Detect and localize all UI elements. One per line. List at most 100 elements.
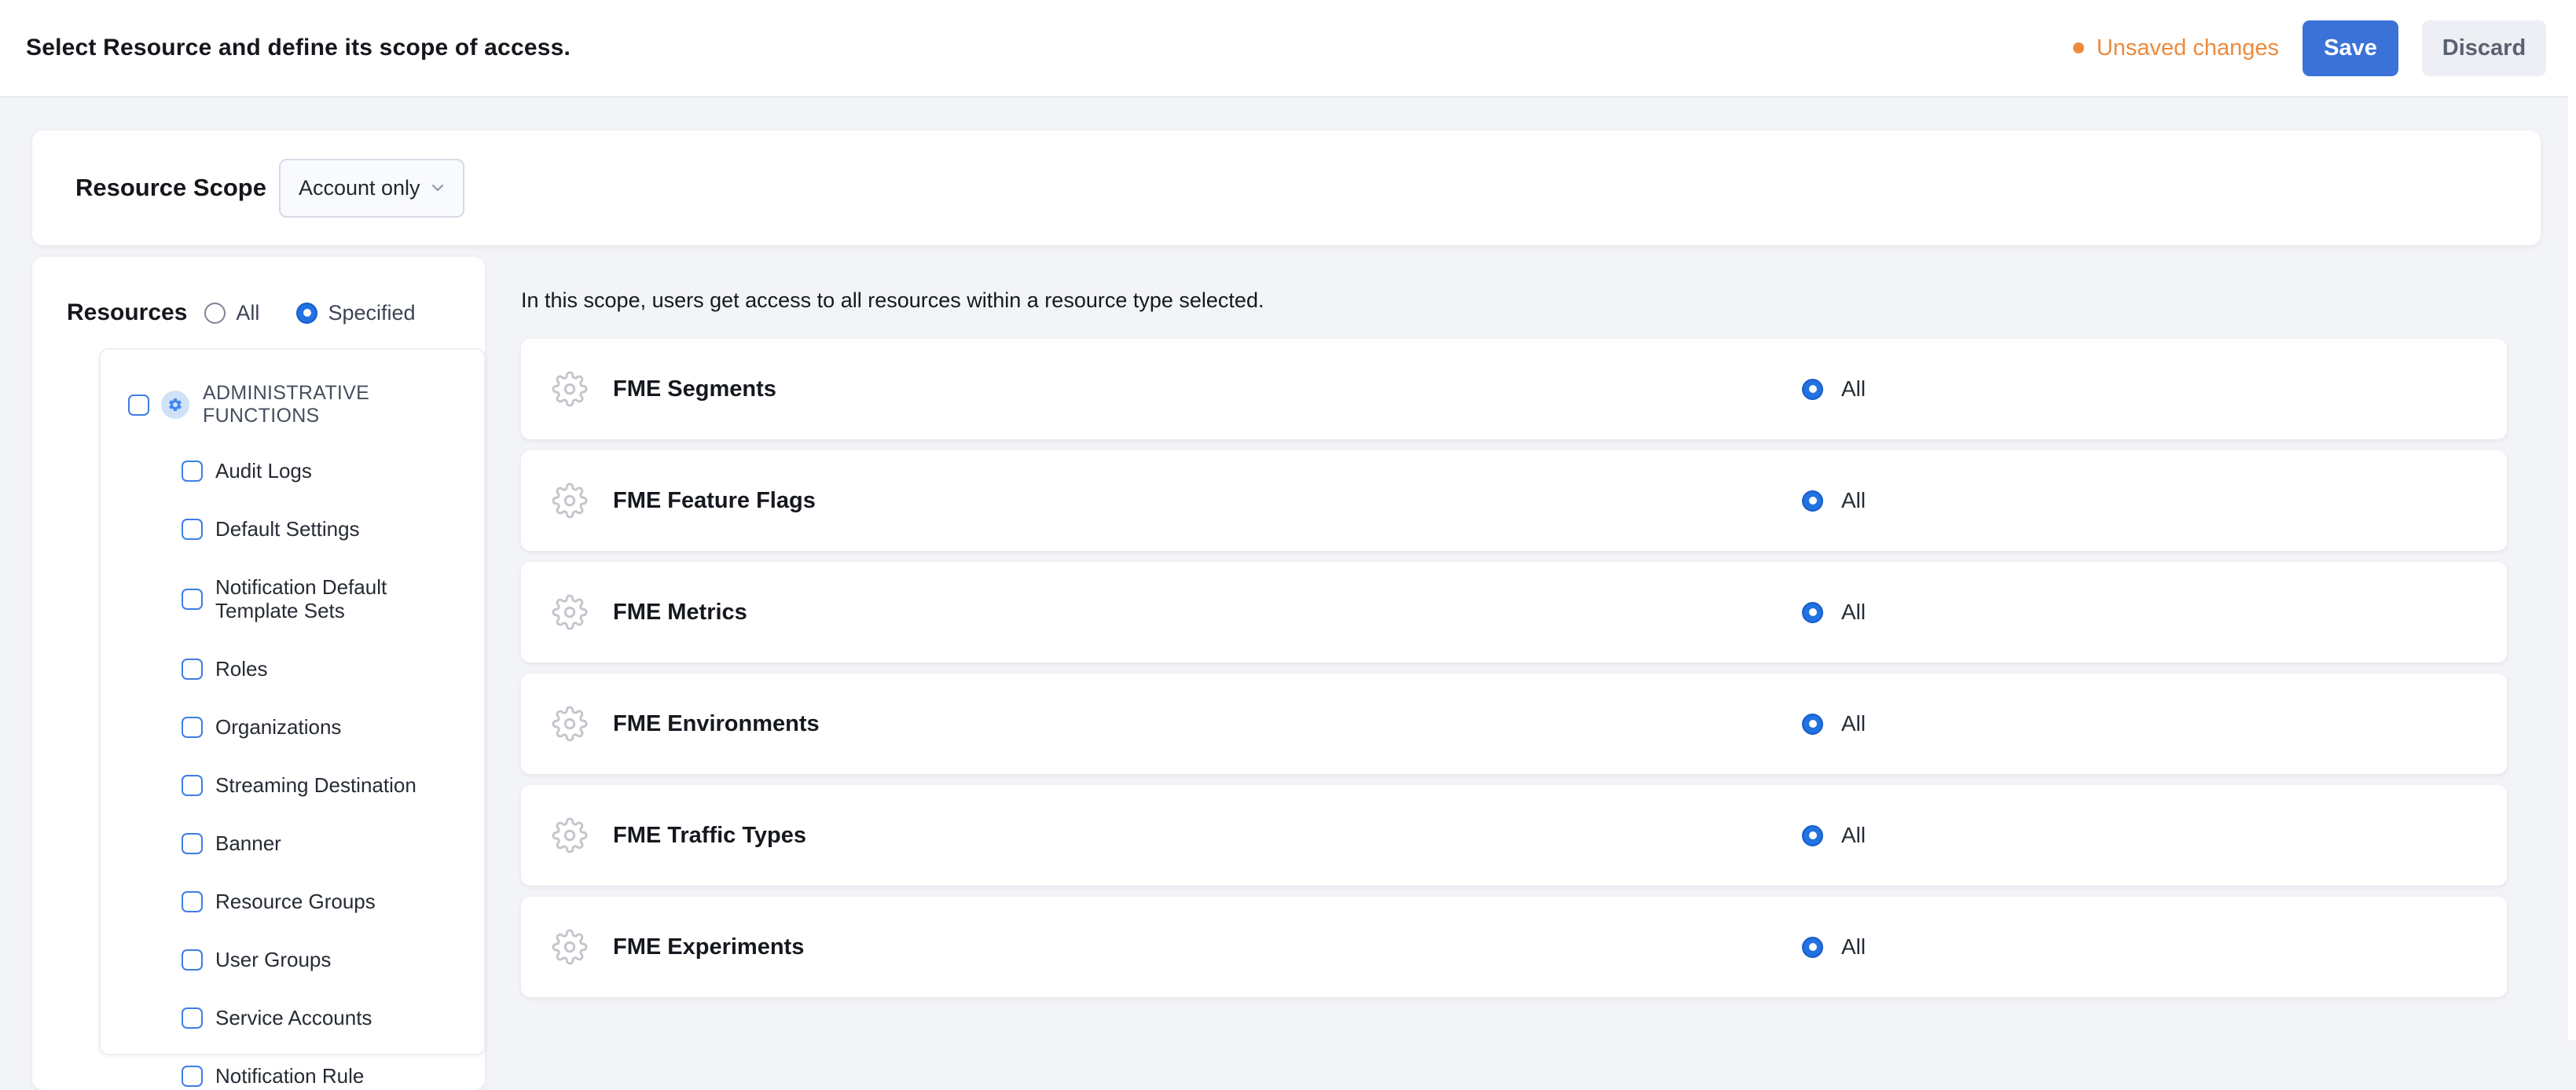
top-action-bar: Select Resource and define its scope of …: [0, 0, 2576, 97]
access-all-label: All: [1841, 823, 1866, 848]
item-checkbox[interactable]: [182, 717, 203, 738]
resources-mode-all-label: All: [236, 301, 259, 325]
resources-mode-specified-label: Specified: [328, 301, 415, 325]
item-checkbox[interactable]: [182, 949, 203, 971]
item-checkbox[interactable]: [182, 659, 203, 680]
resource-item[interactable]: Banner: [182, 831, 468, 855]
resource-item-label: User Groups: [215, 948, 331, 971]
chevron-down-icon: [428, 178, 447, 197]
item-checkbox[interactable]: [182, 833, 203, 854]
resource-item[interactable]: Roles: [182, 657, 468, 681]
resource-scope-card: Resource Scope Account only: [32, 130, 2541, 245]
radio-selected-icon[interactable]: [1802, 825, 1823, 846]
resource-type-rows: FME Segments All FME Feature Flags All F…: [521, 339, 2507, 997]
resource-item-label: Service Accounts: [215, 1006, 372, 1029]
resource-item[interactable]: Streaming Destination: [182, 773, 468, 797]
resource-item-label: Notification Rule: [215, 1064, 364, 1088]
gear-icon: [552, 483, 588, 519]
item-checkbox[interactable]: [182, 1007, 203, 1029]
resource-item[interactable]: Default Settings: [182, 517, 468, 541]
resource-item[interactable]: Resource Groups: [182, 890, 468, 913]
gear-icon: [167, 397, 183, 413]
resources-mode-all[interactable]: All: [204, 301, 259, 325]
resource-item[interactable]: User Groups: [182, 948, 468, 971]
resource-item-label: Streaming Destination: [215, 773, 416, 797]
resources-mode-radio-group: All Specified: [204, 301, 415, 325]
unsaved-changes-status: Unsaved changes: [2073, 35, 2279, 61]
item-checkbox[interactable]: [182, 589, 203, 610]
resource-item-label: Audit Logs: [215, 459, 312, 483]
access-all-option[interactable]: All: [1802, 600, 1866, 625]
resource-type-label: FME Segments: [613, 376, 776, 402]
admin-functions-badge: [161, 391, 189, 419]
item-checkbox[interactable]: [182, 775, 203, 796]
resource-type-label: FME Experiments: [613, 934, 804, 960]
scope-description: In this scope, users get access to all r…: [521, 288, 1264, 313]
resource-item-label: Roles: [215, 657, 267, 681]
page-title: Select Resource and define its scope of …: [26, 35, 571, 61]
resource-type-label: FME Feature Flags: [613, 488, 816, 514]
resource-item-label: Notification Default Template Sets: [215, 575, 468, 622]
resource-type-row: FME Segments All: [521, 339, 2507, 439]
discard-button[interactable]: Discard: [2422, 20, 2546, 76]
resource-type-row: FME Feature Flags All: [521, 450, 2507, 551]
item-checkbox[interactable]: [182, 891, 203, 912]
gear-icon: [552, 706, 588, 742]
item-checkbox[interactable]: [182, 519, 203, 540]
resource-scope-selected-value: Account only: [299, 176, 420, 200]
resource-scope-label: Resource Scope: [75, 174, 266, 202]
resource-item-label: Resource Groups: [215, 890, 376, 913]
radio-selected-icon[interactable]: [1802, 602, 1823, 623]
access-all-option[interactable]: All: [1802, 488, 1866, 513]
access-all-option[interactable]: All: [1802, 376, 1866, 402]
gear-icon: [552, 594, 588, 630]
resource-item[interactable]: Service Accounts: [182, 1006, 468, 1029]
unsaved-changes-label: Unsaved changes: [2097, 35, 2279, 61]
unsaved-dot-icon: [2073, 42, 2084, 53]
topbar-actions: Unsaved changes Save Discard: [2073, 20, 2546, 76]
resource-item[interactable]: Audit Logs: [182, 459, 468, 483]
access-all-label: All: [1841, 488, 1866, 513]
resource-type-label: FME Traffic Types: [613, 823, 806, 849]
resource-item-label: Default Settings: [215, 517, 360, 541]
radio-selected-icon[interactable]: [1802, 937, 1823, 958]
gear-icon: [552, 929, 588, 965]
access-all-label: All: [1841, 711, 1866, 736]
resource-type-row: FME Environments All: [521, 673, 2507, 774]
access-all-option[interactable]: All: [1802, 711, 1866, 736]
radio-selected-icon[interactable]: [1802, 490, 1823, 512]
resource-group-row[interactable]: ADMINISTRATIVE FUNCTIONS: [128, 382, 468, 428]
radio-unselected-icon[interactable]: [204, 303, 226, 324]
item-checkbox[interactable]: [182, 461, 203, 482]
resource-item[interactable]: Notification Rule: [182, 1064, 468, 1088]
access-all-label: All: [1841, 600, 1866, 625]
resource-item[interactable]: Organizations: [182, 715, 468, 739]
save-button[interactable]: Save: [2303, 20, 2398, 76]
resource-scope-dropdown[interactable]: Account only: [279, 159, 464, 218]
resource-item-label: Organizations: [215, 715, 341, 739]
resources-panel: Resources All Specified ADMINISTRATIVE F…: [32, 257, 485, 1090]
item-checkbox[interactable]: [182, 1066, 203, 1087]
radio-selected-icon[interactable]: [1802, 379, 1823, 400]
gear-icon: [552, 817, 588, 853]
resources-checkbox-list: ADMINISTRATIVE FUNCTIONS Audit Logs Defa…: [99, 348, 486, 1055]
resource-type-label: FME Metrics: [613, 600, 747, 626]
resource-item-label: Banner: [215, 831, 281, 855]
resource-type-row: FME Metrics All: [521, 562, 2507, 662]
gear-icon: [552, 371, 588, 407]
resource-item[interactable]: Notification Default Template Sets: [182, 575, 468, 622]
resources-header: Resources All Specified: [67, 299, 485, 326]
access-all-option[interactable]: All: [1802, 934, 1866, 960]
access-all-option[interactable]: All: [1802, 823, 1866, 848]
resource-type-row: FME Traffic Types All: [521, 785, 2507, 886]
page-scrollbar[interactable]: [2568, 0, 2576, 1040]
resource-items: Audit Logs Default Settings Notification…: [128, 459, 468, 1088]
group-checkbox[interactable]: [128, 395, 149, 416]
resource-type-label: FME Environments: [613, 711, 820, 737]
resources-title: Resources: [67, 299, 187, 326]
resource-type-row: FME Experiments All: [521, 897, 2507, 997]
radio-selected-icon[interactable]: [296, 303, 317, 324]
radio-selected-icon[interactable]: [1802, 714, 1823, 735]
resource-group-label: ADMINISTRATIVE FUNCTIONS: [203, 382, 468, 428]
resources-mode-specified[interactable]: Specified: [296, 301, 415, 325]
